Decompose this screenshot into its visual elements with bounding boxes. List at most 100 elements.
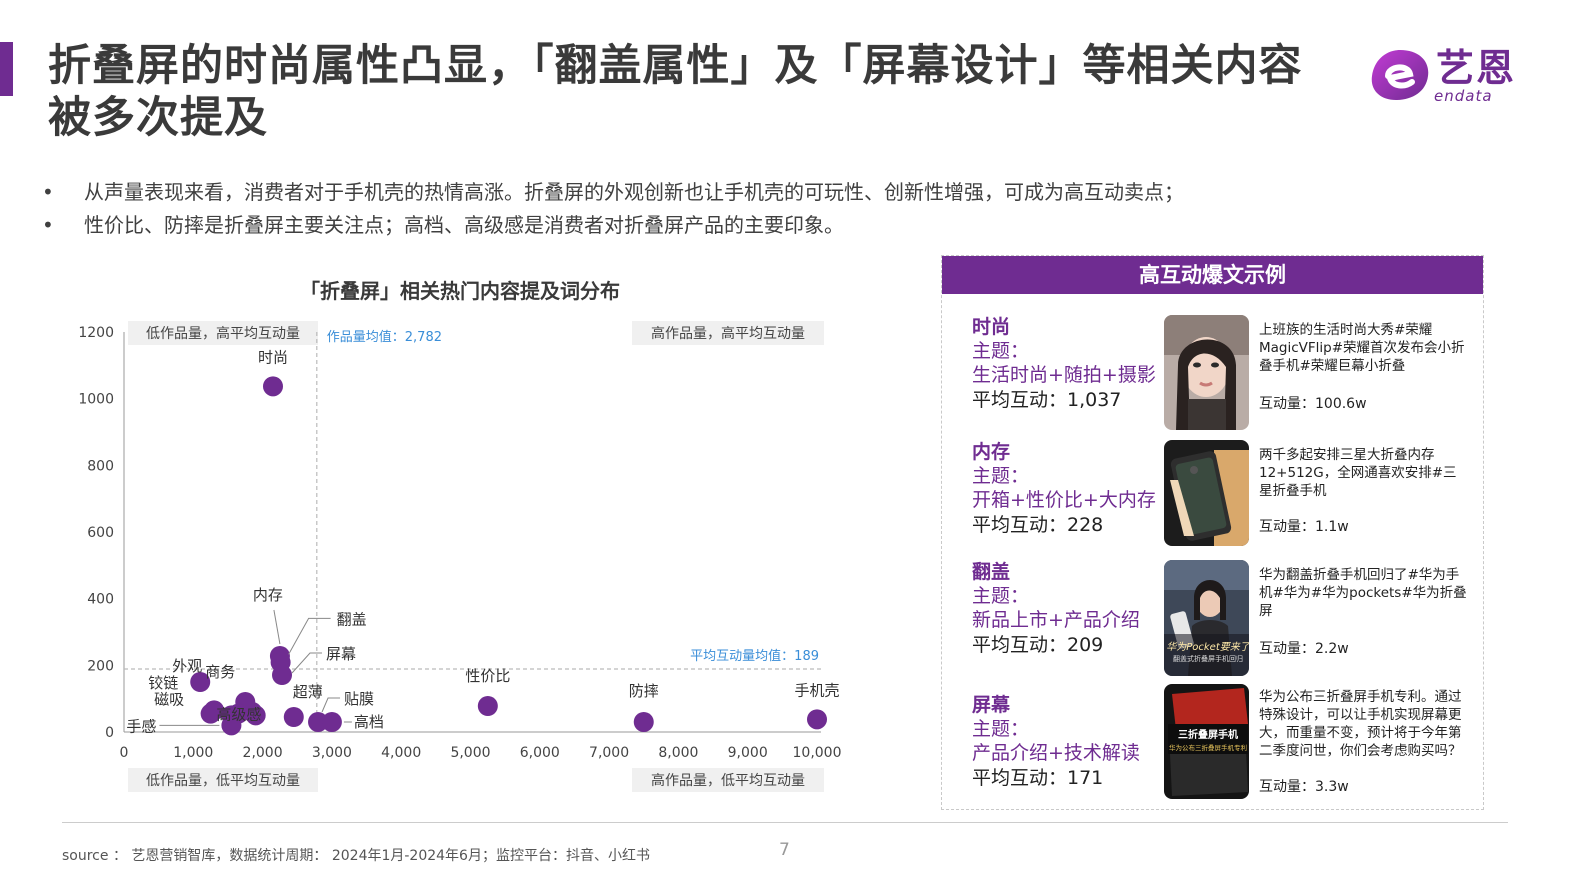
item-keyword: 内存 [972,441,1011,463]
summary-bullet: 从声量表现来看，消费者对于手机壳的热情高涨。折叠屏的外观创新也让手机壳的可玩性、… [42,176,1492,209]
item-average-interaction: 平均互动：1,037 [972,389,1122,411]
point-label: 外观 [172,657,202,675]
post-text: 华为公布三折叠屏手机专利。通过特殊设计，可以让手机实现屏幕更大，而重量不变，预计… [1259,689,1462,759]
quadrant-label-top-left: 低作品量，高平均互动量 [146,325,300,342]
summary-bullet: 性价比、防摔是折叠屏主要关注点；高档、高级感是消费者对折叠屏产品的主要印象。 [42,209,1492,242]
y-tick-label: 1200 [78,325,114,341]
item-average-interaction: 平均互动：228 [972,514,1104,536]
phone-image [1164,440,1249,546]
item-topic: 开箱+性价比+大内存 [972,489,1156,511]
item-keyword: 屏幕 [972,694,1011,716]
post-interaction: 互动量：2.2w [1259,641,1349,657]
point-label: 高级感 [216,706,261,724]
post-interaction: 互动量：100.6w [1259,396,1367,412]
item-topic-label: 主题： [972,718,1030,740]
point-label: 防摔 [629,682,659,700]
item-topic-label: 主题： [972,340,1030,362]
x-tick-label: 0 [120,745,129,761]
point-label: 贴膜 [344,690,374,708]
x-tick-label: 3,000 [312,745,352,761]
viral-post-item[interactable]: 内存 主题： 开箱+性价比+大内存 平均互动：228 两千多起安排三星大折叠内存… [942,440,1483,555]
item-average-interaction: 平均互动：209 [972,634,1104,656]
post-thumbnail[interactable]: 华为Pocket要来了 翻盖式折叠屏手机回归 [1164,560,1249,676]
item-topic: 生活时尚+随拍+摄影 [972,364,1156,386]
y-tick-label: 800 [87,458,114,474]
point-label: 内存 [253,586,283,604]
point-label: 高档 [354,713,384,731]
point-label: 时尚 [258,348,288,366]
item-topic-label: 主题： [972,585,1030,607]
point-label: 性价比 [465,667,510,685]
data-point [321,712,342,732]
item-topic: 产品介绍+技术解读 [972,742,1140,764]
y-tick-label: 1000 [78,392,114,408]
point-label: 铰链 [148,674,178,692]
point-label: 手感 [126,717,156,735]
thumbnail-subcaption: 翻盖式折叠屏手机回归 [1173,655,1243,663]
chart-title: 「折叠屏」相关热门内容提及词分布 [300,279,620,303]
post-text: 华为翻盖折叠手机回归了#华为手机#华为#华为pockets#华为折叠屏 [1259,567,1467,619]
data-point [272,665,293,685]
point-label: 磁吸 [154,690,184,708]
point-label: 商务 [205,663,235,681]
thumbnail-caption: 三折叠屏手机 [1178,730,1238,741]
viral-post-item[interactable]: 翻盖 主题： 新品上市+产品介绍 平均互动：209 华为Pocket要来了 翻盖… [942,560,1483,676]
data-point [633,712,654,732]
endata-logo: 艺恩 endata [1368,46,1528,106]
item-summary: 内存 主题： 开箱+性价比+大内存 平均互动：228 [972,440,1172,538]
data-point [283,707,304,727]
thumbnail-caption: 华为Pocket要来了 [1166,642,1249,653]
post-thumbnail[interactable] [1164,315,1249,430]
x-tick-label: 5,000 [450,745,490,761]
viral-post-item[interactable]: 时尚 主题： 生活时尚+随拍+摄影 平均互动：1,037 上班族的生活时尚大秀#… [942,315,1483,430]
quadrant-label-top-right: 高作品量，高平均互动量 [651,325,805,342]
x-tick-label: 1,000 [173,745,213,761]
page-title: 折叠屏的时尚属性凸显，「翻盖属性」及「屏幕设计」等相关内容被多次提及 [48,41,1303,143]
y-tick-label: 200 [87,658,114,674]
post-interaction: 互动量：1.1w [1259,519,1349,535]
point-label: 屏幕 [326,645,356,663]
thumbnail-subcaption: 华为公布三折叠屏手机专利 [1169,744,1247,752]
viral-posts-panel: 高互动爆文示例 时尚 主题： 生活时尚+随拍+摄影 平均互动：1,037 上班族… [941,255,1484,810]
x-average-label: 作品量均值：2,782 [327,329,442,345]
page-number: 7 [779,840,790,860]
x-tick-label: 2,000 [243,745,283,761]
x-tick-label: 4,000 [381,745,421,761]
x-tick-label: 9,000 [728,745,768,761]
label-leader-line [273,609,281,645]
item-summary: 时尚 主题： 生活时尚+随拍+摄影 平均互动：1,037 [972,315,1172,413]
portrait-image [1164,315,1249,430]
logo-chinese-text: 艺恩 [1436,46,1517,90]
label-leader-line [321,697,341,713]
item-topic-label: 主题： [972,465,1030,487]
item-keyword: 时尚 [972,316,1011,338]
post-text: 两千多起安排三星大折叠内存12+512G，全网通喜欢安排#三星折叠手机 [1259,447,1457,499]
title-accent-bar [0,42,13,96]
post-interaction: 互动量：3.3w [1259,779,1349,795]
panel-header: 高互动爆文示例 [942,256,1483,294]
data-point [477,696,498,716]
y-tick-label: 400 [87,592,114,608]
point-label: 超薄 [293,683,323,701]
post-text: 上班族的生活时尚大秀#荣耀MagicVFlip#荣耀首次发布会小折叠手机#荣耀巨… [1259,322,1465,374]
item-topic: 新品上市+产品介绍 [972,609,1140,631]
x-tick-label: 8,000 [658,745,698,761]
quadrant-label-bottom-right: 高作品量，低平均互动量 [651,772,805,789]
y-tick-label: 600 [87,525,114,541]
y-tick-label: 0 [105,725,114,741]
x-tick-label: 6,000 [520,745,560,761]
footer-divider [62,822,1508,823]
item-average-interaction: 平均互动：171 [972,767,1104,789]
x-tick-label: 7,000 [589,745,629,761]
data-point [807,709,827,730]
item-keyword: 翻盖 [972,561,1011,583]
point-label: 手机壳 [794,681,839,699]
viral-post-item[interactable]: 屏幕 主题： 产品介绍+技术解读 平均互动：171 三折叠屏手机 华为公布三折叠… [942,684,1483,799]
data-point [262,376,283,397]
y-average-label: 平均互动量均值：189 [690,648,819,664]
point-label: 翻盖 [337,610,367,628]
x-tick-label: 10,000 [793,745,842,761]
post-thumbnail[interactable] [1164,440,1249,546]
source-note: source ： 艺恩营销智库，数据统计周期： 2024年1月-2024年6月；… [62,848,650,864]
post-thumbnail[interactable]: 三折叠屏手机 华为公布三折叠屏手机专利 [1164,684,1249,799]
